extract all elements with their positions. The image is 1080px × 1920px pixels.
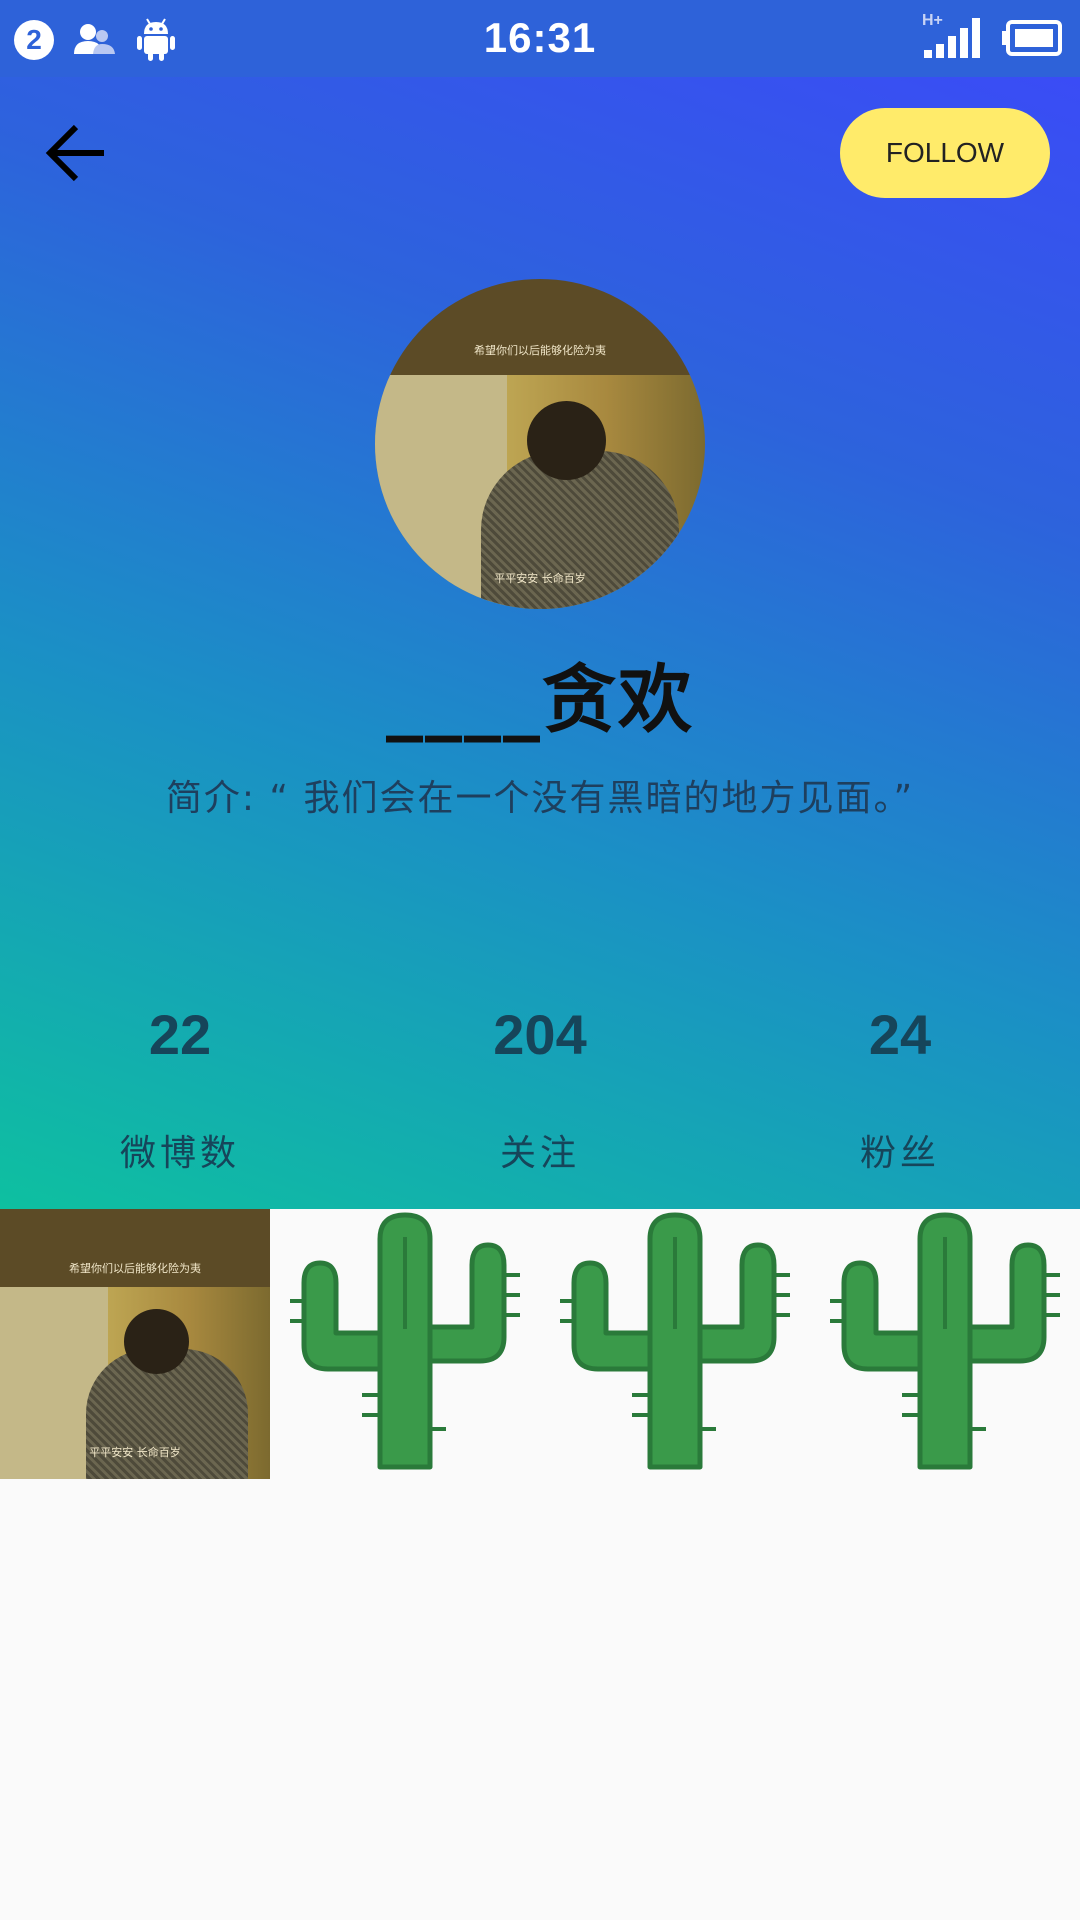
cactus-icon — [290, 1212, 520, 1470]
grid-photo-caption-bottom: 平平安安 长命百岁 — [89, 1446, 181, 1460]
stat-following-value[interactable]: 204 — [390, 1002, 690, 1067]
stat-followers-value[interactable]: 24 — [750, 1002, 1050, 1067]
battery-icon — [1002, 20, 1062, 56]
stat-following-label[interactable]: 关注 — [390, 1124, 690, 1176]
grid-item-cactus[interactable] — [270, 1209, 540, 1479]
grid-item-cactus[interactable] — [540, 1209, 810, 1479]
status-time: 16:31 — [483, 14, 597, 61]
follow-button[interactable]: FOLLOW — [840, 108, 1050, 198]
back-button[interactable] — [40, 117, 112, 189]
avatar-photo: 希望你们以后能够化险为夷 平平安安 长命百岁 — [375, 279, 705, 609]
grid-photo-caption-top: 希望你们以后能够化险为夷 — [69, 1262, 201, 1276]
grid-photo: 希望你们以后能够化险为夷 平平安安 长命百岁 — [0, 1209, 270, 1479]
grid-item-photo[interactable]: 希望你们以后能够化险为夷 平平安安 长命百岁 — [0, 1209, 270, 1479]
profile-header: FOLLOW 希望你们以后能够化险为夷 平平安安 长命百岁 ____贪欢 简介:… — [0, 77, 1080, 1209]
stat-posts-label[interactable]: 微博数 — [30, 1124, 330, 1176]
avatar-caption-bottom: 平平安安 长命百岁 — [494, 571, 586, 585]
avatar-caption-top: 希望你们以后能够化险为夷 — [474, 343, 606, 357]
post-grid: 希望你们以后能够化险为夷 平平安安 长命百岁 — [0, 1209, 1080, 1479]
grid-item-cactus[interactable] — [810, 1209, 1080, 1479]
stat-posts-value[interactable]: 22 — [30, 1002, 330, 1067]
avatar[interactable]: 希望你们以后能够化险为夷 平平安安 长命百岁 — [375, 279, 705, 609]
username: ____贪欢 — [386, 657, 694, 743]
signal-icon: H+ — [922, 12, 984, 60]
bio: 简介: “ 我们会在一个没有黑暗的地方见面。” — [165, 778, 915, 819]
stat-followers-label[interactable]: 粉丝 — [750, 1124, 1050, 1176]
cactus-icon — [560, 1212, 790, 1470]
status-bar: 2 16:31 H+ — [0, 0, 1080, 77]
arrow-left-icon — [45, 124, 104, 182]
status-bar-right: H+ — [922, 12, 1062, 60]
cactus-icon — [830, 1212, 1060, 1470]
